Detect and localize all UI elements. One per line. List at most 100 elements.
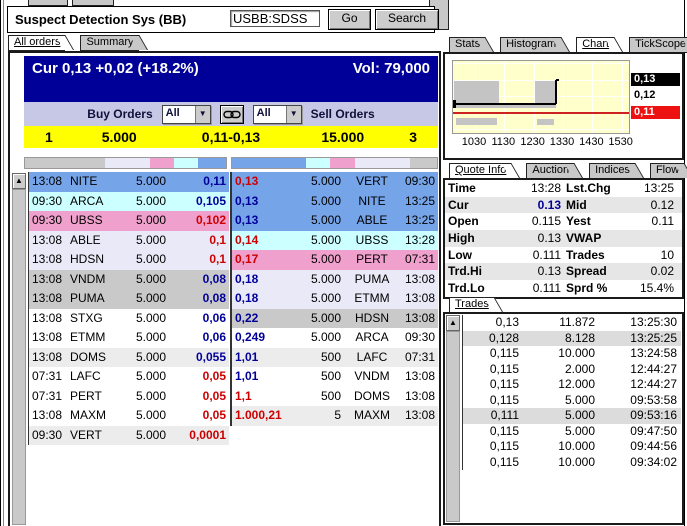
bid-price: 0,05 <box>170 367 226 387</box>
order-row-buy[interactable]: 13:08ETMM5.0000,06 <box>29 328 229 348</box>
order-row-sell[interactable]: 1.000,215MAXM13:08 <box>232 406 438 426</box>
x-tick-label: 1430 <box>579 136 603 148</box>
trades-scrollbar[interactable]: ▲ <box>446 315 460 522</box>
scroll-up-icon[interactable]: ▲ <box>446 315 460 331</box>
bid-price: 0,08 <box>170 270 226 290</box>
order-row-buy[interactable]: 13:08VNDM5.0000,08 <box>29 270 229 290</box>
order-row-sell[interactable]: 0,2495.000ARCA09:30 <box>232 328 438 348</box>
order-row-buy[interactable]: 13:08PUMA5.0000,08 <box>29 289 229 309</box>
order-row-sell[interactable]: 1,1500DOMS13:08 <box>232 387 438 407</box>
bid-price: 0,102 <box>170 211 226 231</box>
quote-value: 13:28 <box>504 180 566 197</box>
order-row-sell[interactable]: 1,01500LAFC07:31 <box>232 348 438 368</box>
order-row-buy[interactable]: 13:08HDSN5.0000,1 <box>29 250 229 270</box>
trade-row[interactable]: 0,11510.00009:44:56 <box>463 439 681 455</box>
market-maker-id: ARCA <box>349 328 395 348</box>
order-row-buy[interactable]: 13:08NITE5.0000,11 <box>29 172 229 192</box>
trade-qty: 10.000 <box>519 439 595 455</box>
quote-label: Trd.Lo <box>448 280 504 297</box>
order-row-buy[interactable]: 07:31PERT5.0000,05 <box>29 387 229 407</box>
scrollbar-track[interactable] <box>446 331 460 522</box>
page-title: Suspect Detection Sys (BB) <box>15 12 186 27</box>
tab-flow[interactable]: Flow <box>650 163 684 179</box>
quote-value: 0.13 <box>504 230 566 247</box>
market-maker-id: ARCA <box>70 192 118 212</box>
chevron-down-icon[interactable]: ▼ <box>286 106 301 123</box>
trade-price: 0,115 <box>467 455 519 471</box>
order-row-buy[interactable]: 09:30UBSS5.0000,102 <box>29 211 229 231</box>
order-row-sell[interactable]: 0,135.000NITE13:25 <box>232 192 438 212</box>
price-chart-plot <box>452 60 630 134</box>
order-time: 07:31 <box>32 387 70 407</box>
market-maker-id: VERT <box>70 426 118 446</box>
bid-price: 0,105 <box>170 192 226 212</box>
tab-tickscope[interactable]: TickScope <box>629 37 687 53</box>
go-button[interactable]: Go <box>328 9 371 30</box>
order-qty: 5.000 <box>118 406 170 426</box>
tab-quote-info[interactable]: Quote Info <box>449 163 511 179</box>
tab-chart[interactable]: Chart <box>576 37 614 53</box>
tab-trades[interactable]: Trades <box>449 297 494 313</box>
orders-tab-bar: All orders Summary <box>8 35 154 50</box>
scrollbar-track[interactable] <box>12 189 26 525</box>
tab-histogram[interactable]: Histogram <box>500 37 561 53</box>
order-row-sell[interactable]: 0,135.000VERT09:30 <box>232 172 438 192</box>
trade-row[interactable]: 0,1155.00009:53:58 <box>463 393 681 409</box>
order-row-sell[interactable]: 0,185.000PUMA13:08 <box>232 270 438 290</box>
order-row-sell[interactable]: 1,01500VNDM13:08 <box>232 367 438 387</box>
market-maker-id: LAFC <box>70 367 118 387</box>
order-row-buy[interactable]: 09:30VERT5.0000,0001 <box>29 426 229 446</box>
price-step-line <box>555 80 557 104</box>
trade-row[interactable]: 0,1152.00012:44:27 <box>463 362 681 378</box>
tab-indices[interactable]: Indices <box>589 163 635 179</box>
trade-row[interactable]: 0,11510.00013:24:58 <box>463 346 681 362</box>
quote-value: 0.111 <box>504 280 566 297</box>
depth-legend-segment <box>25 158 105 168</box>
trade-row[interactable]: 0,11510.00009:34:02 <box>463 455 681 471</box>
trade-row[interactable]: 0,11512.00012:44:27 <box>463 377 681 393</box>
tab-all-orders[interactable]: All orders <box>8 35 65 51</box>
trade-row[interactable]: 0,1155.00009:47:50 <box>463 424 681 440</box>
depth-legend-segment <box>306 158 331 168</box>
sell-filter-select[interactable]: All ▼ <box>253 105 302 124</box>
tab-stats[interactable]: Stats <box>449 37 485 53</box>
order-qty: 5.000 <box>295 309 349 329</box>
order-row-buy[interactable]: 13:08ABLE5.0000,1 <box>29 231 229 251</box>
order-qty: 5.000 <box>118 348 170 368</box>
order-row-sell[interactable]: 0,145.000UBSS13:28 <box>232 231 438 251</box>
trade-row[interactable]: 0,1288.12813:25:25 <box>463 331 681 347</box>
buy-filter-select[interactable]: All ▼ <box>162 105 211 124</box>
quote-label: Sprd % <box>566 280 634 297</box>
order-row-buy[interactable]: 13:08DOMS5.0000,055 <box>29 348 229 368</box>
order-row-buy[interactable]: 13:08MAXM5.0000,05 <box>29 406 229 426</box>
order-time: 09:30 <box>32 211 70 231</box>
market-maker-id: NITE <box>349 192 395 212</box>
tab-summary[interactable]: Summary <box>80 35 138 51</box>
order-time: 13:08 <box>32 309 70 329</box>
order-row-buy[interactable]: 07:31LAFC5.0000,05 <box>29 367 229 387</box>
quote-label: High <box>448 230 504 247</box>
link-filters-button[interactable] <box>220 105 244 124</box>
trade-row[interactable]: 0,1115.00009:53:16 <box>463 408 681 424</box>
order-row-sell[interactable]: 0,135.000ABLE13:25 <box>232 211 438 231</box>
symbol-input[interactable] <box>230 10 320 27</box>
search-button[interactable]: Search <box>375 9 439 30</box>
scroll-up-icon[interactable]: ▲ <box>12 173 26 189</box>
x-tick-label: 1130 <box>492 136 516 148</box>
chevron-down-icon[interactable]: ▼ <box>195 106 210 123</box>
book-scrollbar[interactable]: ▲ <box>12 173 26 525</box>
order-row-buy[interactable]: 09:30ARCA5.0000,105 <box>29 192 229 212</box>
order-row-sell[interactable]: 0,185.000ETMM13:08 <box>232 289 438 309</box>
order-row-buy[interactable]: 13:08STXG5.0000,06 <box>29 309 229 329</box>
tab-auction[interactable]: Auction <box>526 163 574 179</box>
order-row-sell[interactable]: 0,175.000PERT07:31 <box>232 250 438 270</box>
order-time: 13:08 <box>32 406 70 426</box>
quote-value <box>634 230 679 247</box>
order-row-sell[interactable]: 0,225.000HDSN13:08 <box>232 309 438 329</box>
trade-row[interactable]: 0,1311.87213:25:30 <box>463 315 681 331</box>
order-book: ▲ 13:08NITE5.0000,1109:30ARCA5.0000,1050… <box>10 172 439 526</box>
trade-qty: 8.128 <box>519 331 595 347</box>
trade-qty: 10.000 <box>519 346 595 362</box>
ask-price: 0,13 <box>235 172 295 192</box>
market-maker-id: PERT <box>349 250 395 270</box>
